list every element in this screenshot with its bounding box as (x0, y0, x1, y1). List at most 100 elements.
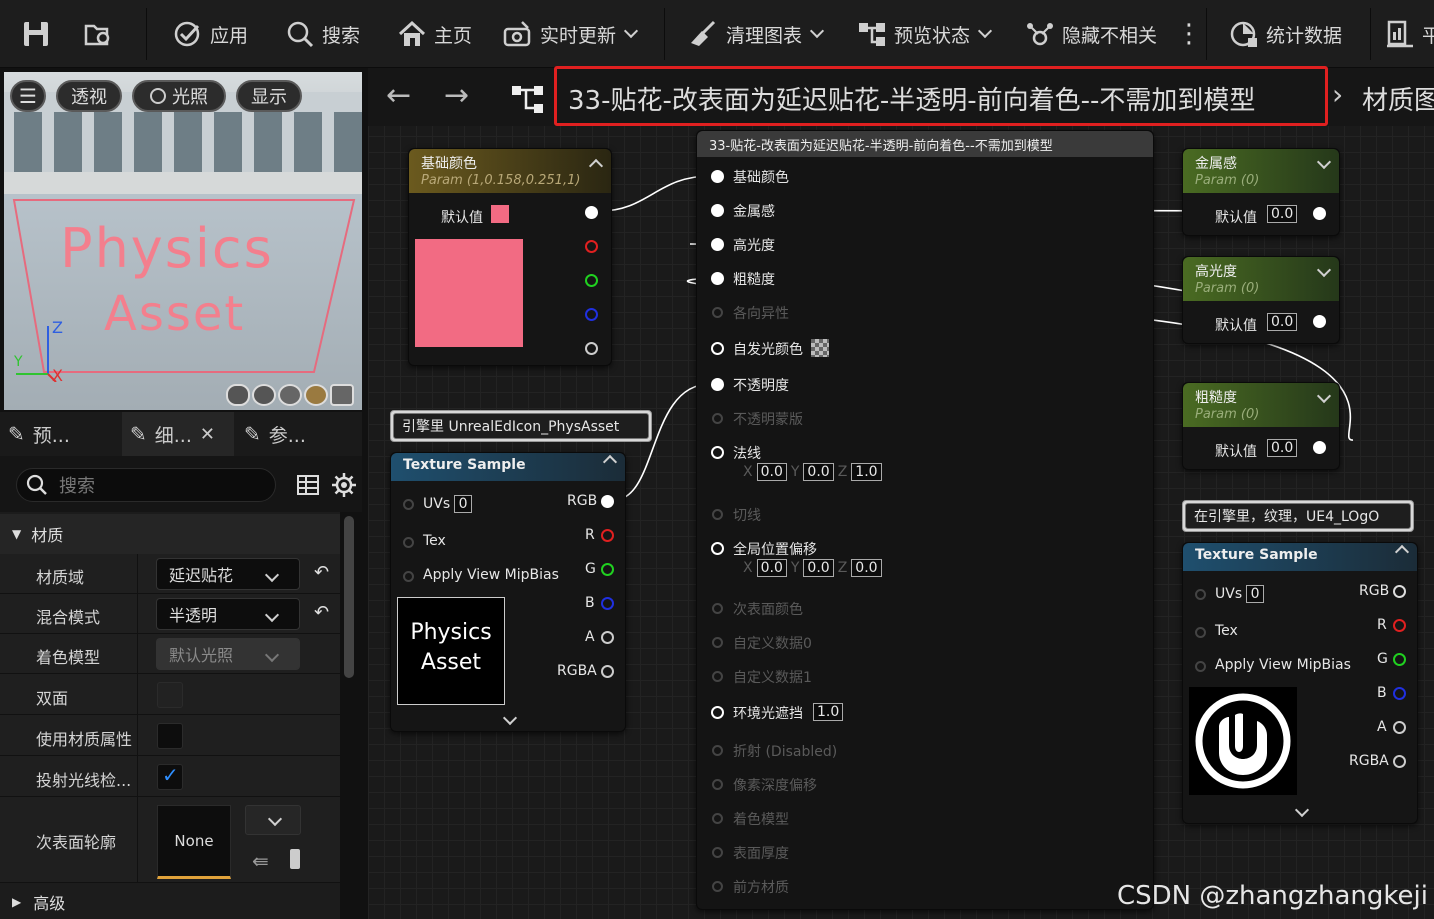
settings-gear-icon[interactable] (331, 472, 357, 498)
emissive-checker-swatch[interactable] (811, 339, 829, 357)
result-input-pin[interactable] (711, 542, 724, 555)
roughness-node-header[interactable]: 粗糙度 Param (0) (1183, 383, 1339, 427)
result-input-pin[interactable] (711, 272, 724, 285)
r-output-pin[interactable] (1393, 619, 1406, 632)
perspective-button[interactable]: 透视 (56, 80, 122, 112)
viewport-menu-button[interactable]: ☰ (10, 80, 46, 112)
comment-box-physasset[interactable]: 引擎里 UnrealEdIcon_PhysAsset (390, 410, 652, 442)
a-output-pin[interactable] (601, 631, 614, 644)
output-pin-alpha[interactable] (585, 342, 598, 355)
show-button[interactable]: 显示 (236, 80, 302, 112)
tex-input-pin[interactable] (1195, 627, 1206, 638)
sphere-mesh-icon[interactable] (252, 384, 276, 406)
hide-unrelated-button[interactable]: 隐藏不相关 (1024, 0, 1157, 68)
texture-sample-1-header[interactable]: Texture Sample (391, 453, 625, 481)
result-input-pin[interactable] (711, 170, 724, 183)
metallic-node-header[interactable]: 金属感 Param (0) (1183, 149, 1339, 193)
stats-button[interactable]: 统计数据 (1228, 0, 1342, 68)
specular-default-value[interactable]: 0.0 (1267, 313, 1298, 331)
r-output-pin[interactable] (601, 529, 614, 542)
g-output-pin[interactable] (1393, 653, 1406, 666)
live-update-dropdown[interactable]: 实时更新 (502, 0, 639, 68)
output-pin-blue[interactable] (585, 308, 598, 321)
metallic-param-node[interactable]: 金属感 Param (0) 默认值 0.0 (1182, 148, 1340, 236)
roughness-output-pin[interactable] (1313, 441, 1326, 454)
category-material[interactable]: ▼ 材质 (0, 514, 340, 554)
material-result-node[interactable]: 33-贴花-改表面为延迟贴花-半透明-前向着色--不需加到模型 基础颜色 金属感高… (696, 130, 1154, 910)
output-pin-red[interactable] (585, 240, 598, 253)
back-arrow-icon[interactable]: ← (386, 78, 411, 113)
base-color-param-node[interactable]: 基础颜色 Param (1,0.158,0.251,1) 默认值 (408, 148, 612, 366)
cube-mesh-icon[interactable] (304, 384, 328, 406)
category-advanced[interactable]: ▶ 高级 (0, 884, 340, 919)
preview-viewport[interactable]: Physics Asset ☰ 透视 光照 显示 Z X Y (4, 72, 362, 410)
use-selected-icon[interactable] (290, 849, 300, 869)
texture-sample-node-1[interactable]: Texture Sample UVs 0 Tex Apply View MipBi… (390, 452, 626, 732)
custom-mesh-icon[interactable] (330, 384, 354, 406)
result-input-pin[interactable] (711, 378, 724, 391)
blend-mode-combo[interactable]: 半透明 (156, 598, 300, 630)
base-color-node-header[interactable]: 基础颜色 Param (1,0.158,0.251,1) (409, 149, 611, 193)
rgb-output-pin[interactable] (1393, 585, 1406, 598)
tab-preview[interactable]: ✎ 预... (8, 412, 120, 456)
roughness-param-node[interactable]: 粗糙度 Param (0) 默认值 0.0 (1182, 382, 1340, 470)
plane-mesh-icon[interactable] (278, 384, 302, 406)
rgb-output-pin[interactable] (601, 495, 614, 508)
vector-component-x[interactable]: 0.0 (756, 559, 787, 577)
tex-input-pin[interactable] (403, 537, 414, 548)
specular-param-node[interactable]: 高光度 Param (0) 默认值 0.0 (1182, 256, 1340, 344)
more-options-icon[interactable]: ⋮ (1176, 0, 1202, 68)
base-color-swatch[interactable] (491, 205, 509, 223)
mipbias-input-pin[interactable] (403, 571, 414, 582)
reset-arrow-icon[interactable]: ↶ (314, 602, 329, 623)
result-input-pin[interactable] (711, 238, 724, 251)
vector-component-x[interactable]: 0.0 (756, 463, 787, 481)
a-output-pin[interactable] (1393, 721, 1406, 734)
result-input-pin[interactable] (711, 446, 724, 459)
texture-sample-2-header[interactable]: Texture Sample (1183, 543, 1417, 571)
subsurface-asset-combo[interactable] (245, 805, 301, 835)
home-button[interactable]: 主页 (396, 0, 472, 68)
use-material-attributes-checkbox[interactable] (157, 723, 183, 749)
table-view-icon[interactable] (296, 473, 320, 497)
tab-details[interactable]: ✎ 细... ✕ (122, 412, 234, 456)
platform-button[interactable]: 平 (1384, 0, 1434, 68)
chevron-up-icon[interactable] (1394, 544, 1410, 560)
specular-output-pin[interactable] (1313, 315, 1326, 328)
mipbias-input-pin[interactable] (1195, 661, 1206, 672)
vector-component-z[interactable]: 1.0 (851, 463, 882, 481)
ao-value-input[interactable]: 1.0 (813, 703, 844, 721)
g-output-pin[interactable] (601, 563, 614, 576)
lit-mode-button[interactable]: 光照 (132, 80, 226, 112)
output-pin-green[interactable] (585, 274, 598, 287)
shading-model-combo[interactable]: 默认光照 (156, 638, 300, 670)
search-button[interactable]: 搜索 (284, 0, 360, 68)
apply-button[interactable]: 应用 (172, 0, 248, 68)
rgba-output-pin[interactable] (1393, 755, 1406, 768)
metallic-default-value[interactable]: 0.0 (1267, 205, 1298, 223)
vector-component-y[interactable]: 0.0 (803, 559, 834, 577)
result-input-pin[interactable] (711, 342, 724, 355)
details-scrollbar[interactable] (344, 516, 354, 678)
chevron-up-icon[interactable] (602, 454, 618, 470)
two-sided-checkbox[interactable] (157, 682, 183, 708)
rgba-output-pin[interactable] (601, 665, 614, 678)
breadcrumb-next[interactable]: 材质图 (1362, 80, 1434, 117)
browse-button[interactable] (82, 0, 120, 68)
vector-component-z[interactable]: 0.0 (851, 559, 882, 577)
vector-component-y[interactable]: 0.0 (803, 463, 834, 481)
uvs-input-pin[interactable] (403, 499, 414, 510)
uvs-input-pin[interactable] (1195, 589, 1206, 600)
reset-arrow-icon[interactable]: ↶ (314, 562, 329, 583)
clean-graph-dropdown[interactable]: 清理图表 (688, 0, 825, 68)
cast-ray-checkbox[interactable]: ✓ (157, 763, 183, 790)
graph-hierarchy-icon[interactable] (510, 84, 546, 116)
result-input-pin[interactable] (711, 706, 724, 719)
texture-sample-node-2[interactable]: Texture Sample UVs 0 Tex Apply View MipBi… (1182, 542, 1418, 824)
preview-state-dropdown[interactable]: 预览状态 (856, 0, 993, 68)
save-button[interactable] (20, 0, 58, 68)
chevron-down-icon[interactable] (502, 710, 518, 726)
specular-node-header[interactable]: 高光度 Param (0) (1183, 257, 1339, 301)
roughness-default-value[interactable]: 0.0 (1267, 439, 1298, 457)
tab-parameters[interactable]: ✎ 参... (244, 412, 356, 456)
